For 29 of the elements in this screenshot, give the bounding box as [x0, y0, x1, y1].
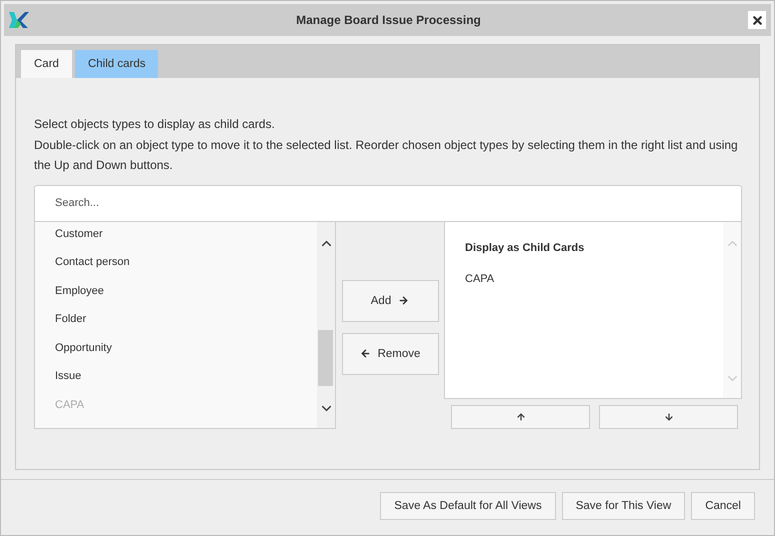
- list-item[interactable]: Issue: [55, 370, 317, 399]
- list-item[interactable]: Contact person: [55, 256, 317, 285]
- tab[interactable]: Card: [21, 50, 72, 78]
- move-down-button[interactable]: [599, 404, 738, 428]
- arrow-left-icon: [360, 348, 371, 359]
- close-button[interactable]: [747, 10, 767, 30]
- list-item[interactable]: Employee: [55, 284, 317, 314]
- footer-button[interactable]: Save for This View: [562, 492, 686, 520]
- list-item[interactable]: CAPA: [465, 272, 723, 284]
- footer-button[interactable]: Cancel: [691, 492, 755, 520]
- arrow-up-icon: [516, 412, 526, 422]
- remove-button[interactable]: Remove: [342, 332, 438, 374]
- window-title: Manage Board Issue Processing: [295, 13, 482, 27]
- list-item[interactable]: Folder: [55, 313, 317, 342]
- list-heading: Display as Child Cards: [465, 242, 586, 254]
- list-item[interactable]: Opportunity: [55, 342, 317, 370]
- arrow-down-icon: [664, 412, 674, 422]
- instruction-text: Select objects types to display as child cards.: [34, 116, 276, 133]
- arrow-right-icon: [398, 295, 410, 306]
- add-button[interactable]: Add: [342, 280, 438, 322]
- list-item[interactable]: Customer: [55, 228, 317, 256]
- scrollbar-thumb[interactable]: [318, 330, 333, 386]
- instruction-text: Double-click on an object type to move it to the selected list. Reorder chosen object types by selecting them in the right list and using the Up and Down buttons.: [34, 136, 739, 174]
- move-up-button[interactable]: [451, 404, 590, 428]
- logo-icon: [8, 10, 30, 30]
- search-field[interactable]: Search...: [34, 184, 742, 222]
- close-icon: [750, 14, 764, 26]
- footer-button[interactable]: Save As Default for All Views: [380, 492, 556, 520]
- tab[interactable]: Child cards: [74, 50, 158, 78]
